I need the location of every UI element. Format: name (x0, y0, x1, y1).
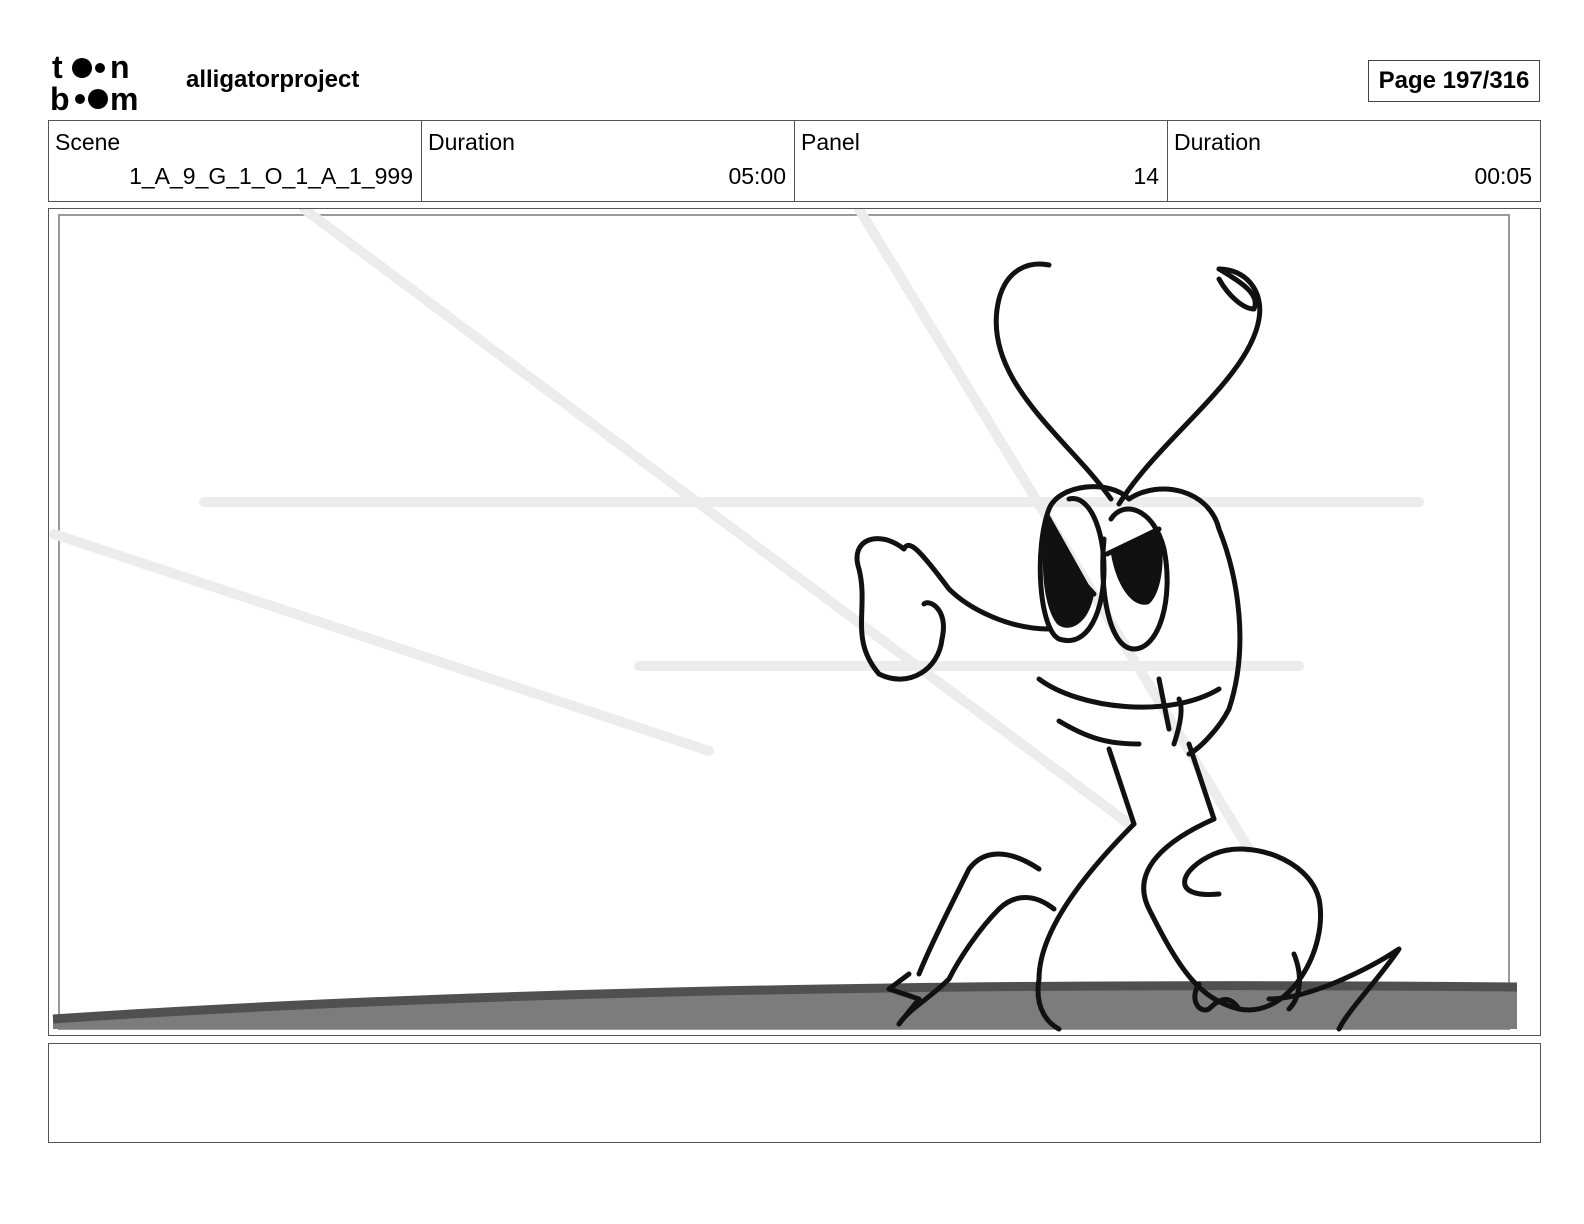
panel-cell: Panel 14 (795, 121, 1168, 201)
scene-duration-value: 05:00 (728, 163, 786, 189)
panel-duration-value: 00:05 (1474, 163, 1532, 189)
svg-text:b: b (52, 81, 70, 112)
panel-duration-label: Duration (1174, 129, 1261, 155)
storyboard-sketch (49, 209, 1518, 1032)
svg-text:m: m (110, 81, 138, 112)
project-name: alligatorproject (186, 66, 360, 93)
scene-value: 1_A_9_G_1_O_1_A_1_999 (129, 163, 413, 189)
scene-label: Scene (55, 129, 121, 155)
panel-duration-cell: Duration 00:05 (1168, 121, 1540, 201)
toonboom-logo: t n b m (52, 52, 138, 112)
scene-duration-cell: Duration 05:00 (422, 121, 795, 201)
storyboard-panel (48, 208, 1541, 1036)
panel-value: 14 (1133, 163, 1159, 189)
scene-cell: Scene 1_A_9_G_1_O_1_A_1_999 (49, 121, 422, 201)
page-number: Page 197/316 (1368, 60, 1540, 102)
panel-notes (48, 1043, 1541, 1143)
panel-label: Panel (801, 129, 860, 155)
scene-duration-label: Duration (428, 129, 515, 155)
scene-info-bar: Scene 1_A_9_G_1_O_1_A_1_999 Duration 05:… (48, 120, 1541, 202)
